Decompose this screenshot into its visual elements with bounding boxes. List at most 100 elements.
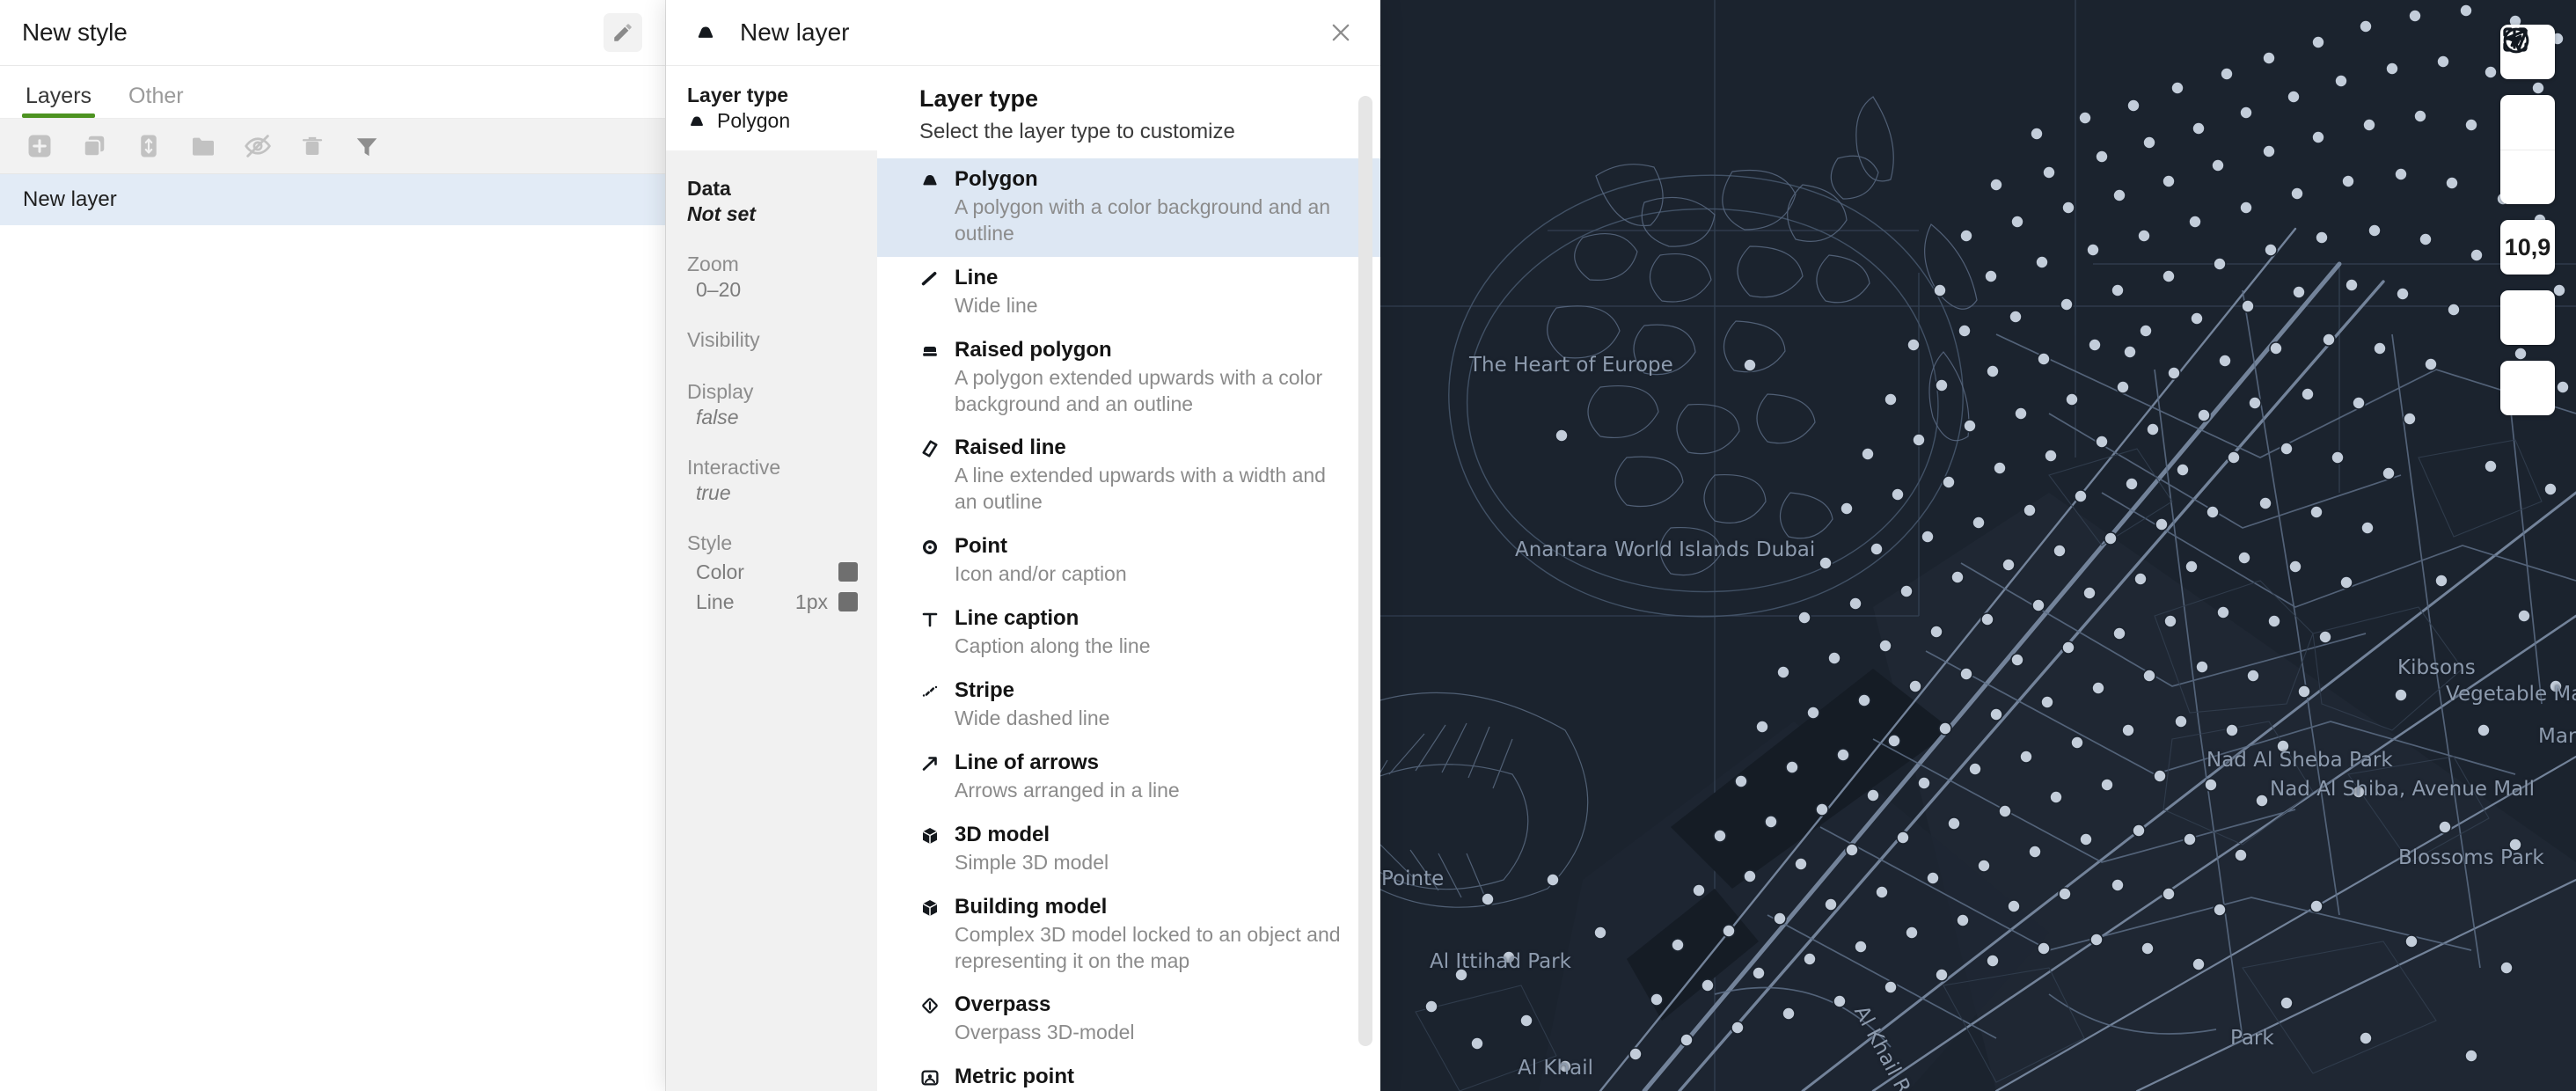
- add-layer-button[interactable]: [25, 131, 55, 161]
- scrollbar[interactable]: [1358, 77, 1372, 1082]
- raised-polygon-icon: [919, 337, 955, 418]
- funnel-icon: [356, 138, 377, 157]
- layer-type-option-building-model[interactable]: Building model Complex 3D model locked t…: [877, 886, 1380, 985]
- prop-data[interactable]: Data Not set: [666, 177, 877, 226]
- option-title: Line caption: [955, 606, 1079, 631]
- application-window: New style Layers Other New layer New lay…: [0, 0, 2576, 1091]
- layer-list: New layer: [0, 174, 665, 1091]
- prop-label: Style: [687, 531, 733, 554]
- option-title: Line: [955, 265, 999, 289]
- layer-toolbar: [0, 119, 665, 174]
- arrow-icon: [919, 750, 955, 804]
- plus-square-icon: [28, 135, 51, 157]
- color-swatch[interactable]: [838, 592, 858, 611]
- color-swatch[interactable]: [838, 562, 858, 582]
- prop-layer-type[interactable]: Layer type Polygon: [666, 66, 877, 150]
- dialog-header: New layer: [666, 0, 1380, 66]
- prop-label: Zoom: [687, 253, 739, 275]
- style-row-color[interactable]: Color: [687, 557, 877, 587]
- prop-display[interactable]: Display false: [666, 380, 877, 429]
- layer-type-option-3d-model[interactable]: 3D model Simple 3D model: [877, 814, 1380, 886]
- duplicate-layer-button[interactable]: [79, 131, 109, 161]
- prop-value: Not set: [687, 202, 756, 225]
- zoom-level-indicator[interactable]: 10,9: [2500, 220, 2555, 275]
- prop-value: 0–20: [696, 278, 742, 301]
- option-title: Polygon: [955, 167, 1038, 191]
- style-row-label: Line: [696, 589, 735, 613]
- prop-label: Visibility: [687, 328, 760, 351]
- prop-interactive[interactable]: Interactive true: [666, 456, 877, 505]
- reorder-layer-button[interactable]: [134, 131, 164, 161]
- layer-type-option-line-of-arrows[interactable]: Line of arrows Arrows arranged in a line: [877, 742, 1380, 814]
- raised-line-icon: [919, 435, 955, 516]
- delete-layer-button[interactable]: [297, 131, 327, 161]
- group-layer-button[interactable]: [188, 131, 218, 161]
- line-icon: [919, 265, 955, 319]
- prop-style[interactable]: Style Color Line 1px: [666, 531, 877, 617]
- prop-visibility[interactable]: Visibility: [666, 328, 877, 352]
- layer-type-option-polygon[interactable]: Polygon A polygon with a color backgroun…: [877, 158, 1380, 257]
- polygon-icon: [698, 26, 714, 38]
- layer-type-option-line-caption[interactable]: Line caption Caption along the line: [877, 597, 1380, 670]
- list-item[interactable]: New layer: [0, 174, 665, 225]
- option-title: Metric point: [955, 1065, 1074, 1089]
- map-controls: 10,9: [2500, 25, 2555, 415]
- option-desc: Overpass 3D-model: [955, 1021, 1135, 1044]
- section-subheading: Select the layer type to customize: [919, 120, 1235, 143]
- option-desc: Icon and/or caption: [955, 562, 1127, 586]
- scrollbar-thumb[interactable]: [1358, 96, 1372, 1046]
- prop-label: Layer type: [687, 84, 789, 106]
- prop-zoom[interactable]: Zoom 0–20: [666, 253, 877, 302]
- dialog-title: New layer: [740, 18, 850, 46]
- map-canvas[interactable]: The Heart of Europe Anantara World Islan…: [1380, 0, 2576, 1091]
- locate-button[interactable]: [2500, 29, 2555, 415]
- edit-style-button[interactable]: [604, 13, 642, 52]
- close-button[interactable]: [1321, 12, 1361, 53]
- layer-name: New layer: [23, 187, 117, 211]
- cube-icon: [919, 822, 955, 876]
- zoom-in-button[interactable]: [2500, 28, 2555, 150]
- dialog-body: Layer type Polygon Data Not set Zoom 0–2…: [666, 66, 1380, 1091]
- style-editor-panel: New style Layers Other New layer: [0, 0, 666, 1091]
- option-title: Point: [955, 534, 1007, 559]
- stripe-icon: [919, 677, 955, 732]
- close-icon: [1332, 24, 1350, 41]
- prop-value: true: [696, 481, 731, 504]
- page-title: New style: [22, 18, 128, 46]
- updown-arrow-icon: [141, 135, 157, 157]
- layer-type-header: Layer type Select the layer type to cust…: [877, 66, 1380, 158]
- layer-type-list: Polygon A polygon with a color backgroun…: [877, 158, 1380, 1091]
- layer-type-option-metric-point[interactable]: Metric point Flat image of physical size…: [877, 1056, 1380, 1091]
- layer-type-option-point[interactable]: Point Icon and/or caption: [877, 525, 1380, 597]
- tab-other[interactable]: Other: [125, 85, 187, 118]
- layer-type-option-raised-line[interactable]: Raised line A line extended upwards with…: [877, 427, 1380, 525]
- filter-layers-button[interactable]: [352, 131, 382, 161]
- prop-value: false: [696, 406, 739, 428]
- navigation-arrow-icon: [2506, 29, 2528, 51]
- option-desc: Caption along the line: [955, 634, 1151, 658]
- compass-button[interactable]: [2500, 27, 2555, 345]
- zoom-level-text: 10,9: [2504, 233, 2551, 260]
- trash-icon: [302, 136, 323, 155]
- layer-type-option-line[interactable]: Line Wide line: [877, 257, 1380, 329]
- tab-layers[interactable]: Layers: [22, 85, 96, 118]
- copy-icon: [83, 135, 105, 157]
- option-desc: Complex 3D model locked to an object and…: [955, 922, 1341, 972]
- eye-off-icon: [245, 135, 271, 157]
- hide-layer-button[interactable]: [243, 131, 273, 161]
- layer-type-option-raised-polygon[interactable]: Raised polygon A polygon extended upward…: [877, 329, 1380, 428]
- zoom-controls: [2500, 28, 2555, 204]
- section-heading: Layer type: [919, 85, 1039, 112]
- style-row-line[interactable]: Line 1px: [687, 587, 877, 617]
- layer-properties-rail: Layer type Polygon Data Not set Zoom 0–2…: [666, 66, 877, 1091]
- layer-type-option-stripe[interactable]: Stripe Wide dashed line: [877, 670, 1380, 742]
- map-vector-layer: [1380, 0, 2576, 1091]
- style-row-value: 1px: [794, 589, 828, 613]
- layer-type-option-overpass[interactable]: Overpass Overpass 3D-model: [877, 984, 1380, 1056]
- folder-icon: [193, 137, 214, 156]
- polygon-icon: [919, 166, 955, 247]
- zoom-out-button[interactable]: [2500, 37, 2555, 204]
